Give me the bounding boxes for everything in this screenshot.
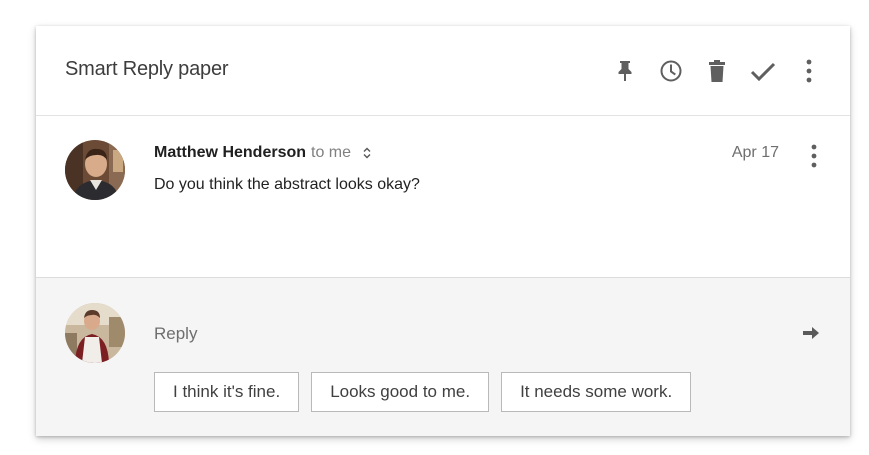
message-more-button[interactable] [806, 144, 822, 168]
trash-icon [709, 60, 725, 82]
arrow-right-icon [803, 327, 819, 339]
delete-button[interactable] [702, 56, 732, 86]
check-icon [750, 62, 776, 82]
snooze-button[interactable] [656, 56, 686, 86]
sender-name[interactable]: Matthew Henderson [154, 144, 306, 162]
email-message: Matthew Henderson to me Apr 17 Do you th… [36, 116, 850, 278]
thread-toolbar [594, 56, 824, 86]
mark-done-button[interactable] [748, 56, 778, 86]
more-vert-icon [806, 59, 812, 83]
thread-header: Smart Reply paper [36, 26, 850, 116]
reply-field[interactable]: Reply [154, 324, 197, 344]
sender-line: Matthew Henderson to me [154, 144, 371, 162]
clock-icon [660, 60, 682, 82]
user-avatar[interactable] [65, 303, 125, 363]
thread-subject: Smart Reply paper [65, 58, 229, 80]
pin-button[interactable] [610, 56, 640, 86]
thread-more-button[interactable] [794, 56, 824, 86]
smart-reply-suggestions: I think it's fine. Looks good to me. It … [154, 372, 703, 412]
expand-icon [363, 147, 371, 159]
suggestion-chip[interactable]: I think it's fine. [154, 372, 300, 412]
more-vert-icon [811, 144, 817, 168]
message-date: Apr 17 [731, 144, 779, 161]
message-body: Do you think the abstract looks okay? [154, 176, 420, 193]
reply-area: Reply I think it's fine. Looks good to m… [36, 278, 850, 436]
sender-avatar[interactable] [65, 140, 125, 200]
recipient-text: to me [311, 144, 352, 161]
suggestion-chip[interactable]: Looks good to me. [311, 372, 490, 412]
send-button[interactable] [800, 322, 822, 344]
suggestion-chip[interactable]: It needs some work. [501, 372, 692, 412]
expand-details-button[interactable] [363, 147, 371, 159]
pin-icon [618, 61, 632, 81]
email-card: Smart Reply paper Matthew Henderson to m… [36, 26, 850, 436]
